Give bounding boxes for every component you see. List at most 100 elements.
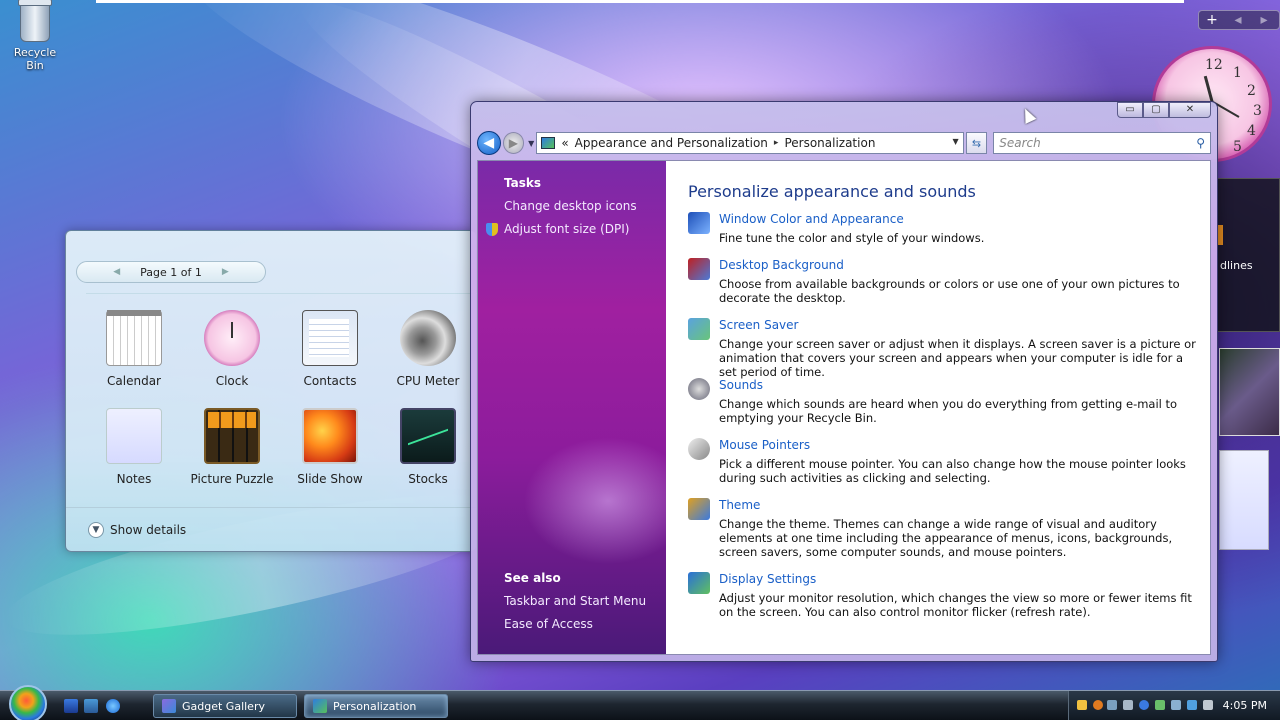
refresh-button[interactable]: ⇆ [965, 132, 988, 154]
tray-icon[interactable] [1171, 700, 1181, 710]
back-arrow-icon: ◀ [483, 135, 495, 151]
window-body: Tasks Change desktop icons Adjust font s… [477, 160, 1211, 655]
recycle-bin[interactable]: Recycle Bin [4, 0, 66, 72]
display-settings-icon [688, 572, 710, 594]
gadget-label: Clock [215, 374, 249, 388]
breadcrumb-personalization[interactable]: Personalization [784, 136, 875, 150]
task-description: Change the theme. Themes can change a wi… [719, 517, 1173, 559]
recycle-bin-label: Recycle Bin [13, 46, 57, 72]
feed-headlines-gadget[interactable]: dlines [1217, 178, 1280, 332]
mouse-pointers-icon [688, 438, 710, 460]
back-button[interactable]: ◀ [477, 131, 501, 155]
taskbar-start-menu-link[interactable]: Taskbar and Start Menu [504, 594, 646, 608]
add-gadget-button[interactable]: + [1199, 12, 1225, 28]
sounds-link[interactable]: Sounds [719, 378, 763, 392]
calendar-icon [106, 310, 162, 366]
gadget-label: Calendar [107, 374, 161, 388]
clock-number: 2 [1247, 83, 1256, 99]
gadget-label: CPU Meter [396, 374, 460, 388]
task-description: Fine tune the color and style of your wi… [719, 231, 985, 245]
volume-icon[interactable] [1203, 700, 1213, 710]
gallery-pager: ◀ Page 1 of 1 ▶ [76, 261, 266, 283]
ease-of-access-link[interactable]: Ease of Access [504, 617, 593, 631]
breadcrumb-separator-icon[interactable]: ▸ [774, 138, 779, 148]
tray-icon[interactable] [1155, 700, 1165, 710]
recent-pages-dropdown[interactable]: ▼ [528, 139, 534, 148]
minimize-button[interactable]: ▭ [1117, 102, 1143, 118]
refresh-icon: ⇆ [971, 136, 982, 150]
close-button[interactable]: ✕ [1169, 102, 1211, 118]
gadget-picture-puzzle[interactable]: Picture Puzzle [184, 408, 280, 486]
gadget-label: Contacts [303, 374, 357, 388]
previous-page-icon[interactable]: ◀ [113, 267, 120, 277]
gadget-label: Picture Puzzle [190, 472, 274, 486]
system-tray: 4:05 PM [1068, 691, 1280, 720]
breadcrumb-chevron[interactable]: « [561, 136, 568, 150]
clock-number: 12 [1205, 57, 1223, 73]
forward-button[interactable]: ▶ [502, 132, 525, 154]
search-placeholder: Search [999, 136, 1041, 150]
taskbar-button-gadget-gallery[interactable]: Gadget Gallery [153, 694, 297, 718]
show-details-label: Show details [110, 522, 187, 537]
forward-arrow-icon: ▶ [508, 136, 518, 150]
gadget-calendar[interactable]: Calendar [86, 310, 182, 388]
cpu-meter-icon [400, 310, 456, 366]
gadget-clock[interactable]: Clock [184, 310, 280, 388]
gadget-notes[interactable]: Notes [86, 408, 182, 486]
tray-icon[interactable] [1107, 700, 1117, 710]
next-gadget-page-button[interactable]: ▸ [1251, 12, 1277, 28]
theme-link[interactable]: Theme [719, 498, 760, 512]
show-details-toggle[interactable]: ▼ Show details [66, 507, 476, 551]
show-desktop-icon[interactable] [64, 699, 78, 713]
navigation-bar: ◀ ▶ ▼ « Appearance and Personalization ▸… [477, 130, 1211, 156]
gadget-contacts[interactable]: Contacts [282, 310, 378, 388]
gadget-gallery-icon [162, 699, 176, 713]
window-color-link[interactable]: Window Color and Appearance [719, 212, 904, 226]
gadget-label: Slide Show [297, 472, 363, 486]
tasks-heading: Tasks [504, 176, 542, 190]
network-icon[interactable] [1187, 700, 1197, 710]
taskbar-button-personalization[interactable]: Personalization [304, 694, 448, 718]
see-also-heading: See also [504, 571, 561, 585]
address-bar[interactable]: « Appearance and Personalization ▸ Perso… [536, 132, 964, 154]
control-panel-icon [541, 137, 556, 149]
switch-windows-icon[interactable] [84, 699, 98, 713]
page-indicator: Page 1 of 1 [140, 265, 202, 279]
internet-explorer-icon[interactable] [106, 699, 120, 713]
address-dropdown-icon[interactable]: ▼ [952, 137, 958, 146]
chevron-down-icon: ▼ [88, 521, 104, 538]
change-desktop-icons-link[interactable]: Change desktop icons [504, 199, 637, 213]
tray-icon[interactable] [1077, 700, 1087, 710]
task-description: Choose from available backgrounds or col… [719, 277, 1180, 305]
screen-saver-link[interactable]: Screen Saver [719, 318, 798, 332]
taskbar: Gadget Gallery Personalization 4:05 PM [0, 685, 1280, 720]
display-settings-link[interactable]: Display Settings [719, 572, 816, 586]
breadcrumb-appearance[interactable]: Appearance and Personalization [575, 136, 768, 150]
desktop-background-link[interactable]: Desktop Background [719, 258, 844, 272]
next-page-icon[interactable]: ▶ [222, 267, 229, 277]
bluetooth-icon[interactable] [1139, 700, 1149, 710]
personalization-icon [313, 699, 327, 713]
mouse-pointers-link[interactable]: Mouse Pointers [719, 438, 810, 452]
top-window-edge [96, 0, 1184, 3]
search-icon[interactable]: ⚲ [1196, 136, 1205, 150]
theme-icon [688, 498, 710, 520]
taskbar-clock[interactable]: 4:05 PM [1223, 699, 1267, 712]
page-title: Personalize appearance and sounds [688, 182, 976, 201]
tray-icon[interactable] [1093, 700, 1103, 710]
start-button[interactable] [9, 685, 47, 720]
taskbar-button-label: Gadget Gallery [182, 699, 265, 713]
clock-number: 3 [1253, 103, 1262, 119]
gadget-stocks[interactable]: Stocks [380, 408, 476, 486]
slide-show-gadget[interactable] [1219, 348, 1280, 436]
contacts-icon [302, 310, 358, 366]
notes-gadget[interactable] [1219, 450, 1269, 550]
adjust-font-size-link[interactable]: Adjust font size (DPI) [504, 222, 629, 236]
previous-gadget-page-button[interactable]: ◂ [1225, 12, 1251, 28]
gadget-slide-show[interactable]: Slide Show [282, 408, 378, 486]
gadget-cpu-meter[interactable]: CPU Meter [380, 310, 476, 388]
tray-icon[interactable] [1123, 700, 1133, 710]
sounds-icon [688, 378, 710, 400]
search-input[interactable]: Search ⚲ [993, 132, 1211, 154]
maximize-button[interactable]: ▢ [1143, 102, 1169, 118]
